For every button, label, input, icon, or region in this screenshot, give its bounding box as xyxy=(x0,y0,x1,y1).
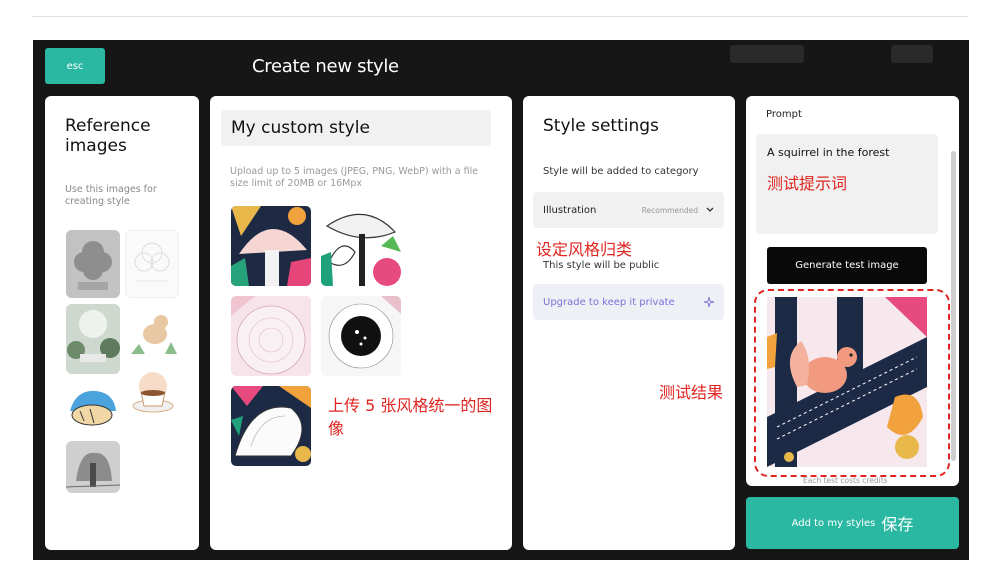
reference-thumbnail[interactable] xyxy=(66,230,120,298)
background-toolbar-button xyxy=(730,45,804,63)
chevron-down-icon xyxy=(706,207,714,212)
add-to-my-styles-label: Add to my styles xyxy=(791,517,876,529)
style-name-input[interactable]: My custom style xyxy=(221,110,491,146)
page-title: Create new style xyxy=(252,56,399,77)
result-annotation: 测试结果 xyxy=(659,383,724,402)
prompt-input[interactable]: A squirrel in the forest 测试提示词 xyxy=(756,134,938,234)
upload-instructions: Upload up to 5 images (JPEG, PNG, WebP) … xyxy=(230,166,479,189)
generate-test-image-button[interactable]: Generate test image xyxy=(767,247,927,284)
result-highlight-frame xyxy=(754,289,950,477)
reference-thumbnail[interactable] xyxy=(66,441,120,493)
category-annotation: 设定风格归类 xyxy=(536,240,633,259)
uploaded-image[interactable] xyxy=(231,296,311,376)
uploaded-image[interactable] xyxy=(321,296,401,376)
upgrade-button[interactable]: Upgrade to keep it private xyxy=(533,284,724,320)
reference-panel: Reference images Use this images for cre… xyxy=(45,96,199,550)
prompt-annotation: 测试提示词 xyxy=(767,174,848,193)
background-toolbar-button xyxy=(891,45,933,63)
category-label: Style will be added to category xyxy=(543,166,699,177)
sparkle-icon xyxy=(704,297,714,307)
category-value: Illustration xyxy=(543,204,597,216)
scrollbar[interactable] xyxy=(951,151,956,461)
reference-title: Reference images xyxy=(65,116,151,156)
reference-thumbnail[interactable] xyxy=(125,304,179,358)
uploaded-image[interactable] xyxy=(231,206,311,286)
reference-subtitle: Use this images for creating style xyxy=(65,184,157,207)
esc-button[interactable]: esc xyxy=(45,48,105,84)
style-settings-panel: Style settings Style will be added to ca… xyxy=(523,96,735,550)
uploaded-image[interactable] xyxy=(231,386,311,466)
prompt-label: Prompt xyxy=(766,109,802,120)
uploaded-image[interactable] xyxy=(321,206,401,286)
prompt-value: A squirrel in the forest xyxy=(767,146,890,159)
custom-style-panel: My custom style Upload up to 5 images (J… xyxy=(210,96,512,550)
top-divider xyxy=(32,16,968,17)
credits-note: Each test costs credits xyxy=(803,476,888,485)
save-annotation: 保存 xyxy=(881,515,914,534)
add-to-my-styles-button[interactable]: Add to my styles 保存 xyxy=(746,497,959,549)
reference-thumbnail[interactable] xyxy=(66,383,120,433)
upgrade-label: Upgrade to keep it private xyxy=(543,296,675,308)
recommended-badge: Recommended xyxy=(641,205,698,215)
public-note: This style will be public xyxy=(543,260,660,271)
settings-title: Style settings xyxy=(543,116,659,136)
reference-thumbnail[interactable] xyxy=(66,304,120,374)
category-select[interactable]: Illustration Recommended xyxy=(533,192,724,228)
reference-thumbnail[interactable] xyxy=(125,368,179,418)
upload-annotation: 上传 5 张风格统一的图像 xyxy=(328,396,493,438)
reference-thumbnail[interactable] xyxy=(125,230,179,298)
